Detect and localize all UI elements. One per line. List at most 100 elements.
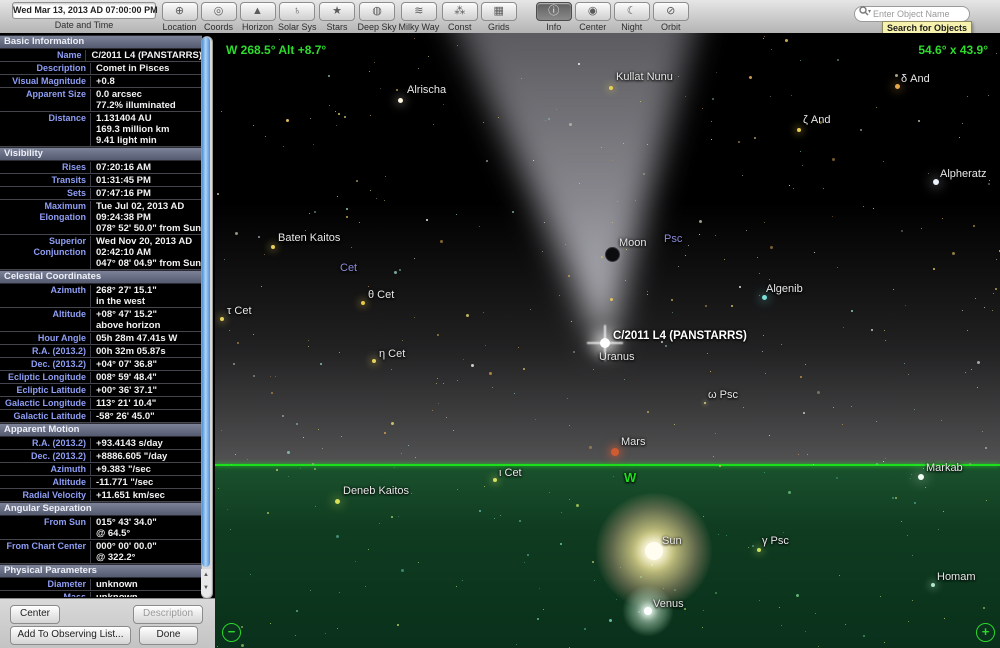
- info-row-label: Altitude: [0, 477, 90, 488]
- info-row-value-line: Comet in Pisces: [96, 63, 202, 74]
- star-baten-kaitos[interactable]: [271, 245, 275, 249]
- info-scrollbar-thumb[interactable]: [202, 37, 210, 567]
- info-row-value-line: 07:20:16 AM: [96, 162, 202, 173]
- star-tau-cet[interactable]: [220, 317, 224, 321]
- star-homam[interactable]: [931, 583, 935, 587]
- star-zeta-and[interactable]: [797, 128, 801, 132]
- toolbar-button-label: Deep Sky: [358, 22, 397, 32]
- center-button[interactable]: Center: [10, 605, 60, 624]
- info-row-label: Name: [0, 50, 85, 61]
- label-cet-const[interactable]: Cet: [340, 262, 357, 274]
- label-venus[interactable]: Venus: [653, 598, 684, 610]
- toolbar-button-stars[interactable]: ★: [319, 2, 355, 21]
- venus-disk[interactable]: [644, 607, 652, 615]
- star-omega-psc[interactable]: [704, 402, 706, 404]
- toolbar-button-night[interactable]: ☾: [614, 2, 650, 21]
- toolbar-button-label: Orbit: [661, 22, 681, 32]
- label-alrischa[interactable]: Alrischa: [407, 84, 446, 96]
- search-input[interactable]: [854, 6, 970, 22]
- date-time-field[interactable]: Wed Mar 13, 2013 AD 07:00:00 PM: [12, 2, 156, 19]
- label-baten-kaitos[interactable]: Baten Kaitos: [278, 232, 340, 244]
- label-zeta-and[interactable]: ζ And: [803, 114, 830, 126]
- coords-icon: ◎: [214, 5, 224, 17]
- info-scrollbar-arrows[interactable]: ▲▼: [201, 569, 211, 597]
- label-deneb-kaitos[interactable]: Deneb Kaitos: [343, 485, 409, 497]
- search-area: ▾ Search for Objects: [854, 4, 970, 22]
- label-w-compass[interactable]: W: [624, 470, 636, 485]
- star-algenib[interactable]: [762, 295, 767, 300]
- info-row-label: Dec. (2013.2): [0, 451, 90, 462]
- label-algenib[interactable]: Algenib: [766, 283, 803, 295]
- toolbar-button-location[interactable]: ⊕: [162, 2, 198, 21]
- label-mars[interactable]: Mars: [621, 436, 645, 448]
- moon-disk[interactable]: [605, 247, 620, 262]
- info-row-value-line: unknown: [96, 579, 202, 590]
- toolbar-button-label: Stars: [327, 22, 348, 32]
- star-markab[interactable]: [918, 474, 924, 480]
- star-gamma-psc[interactable]: [757, 548, 761, 552]
- zoom-out-button[interactable]: −: [222, 623, 241, 642]
- info-row-value: -11.771 "/sec: [90, 477, 202, 488]
- label-sun[interactable]: Sun: [662, 535, 682, 547]
- scroll-up-icon[interactable]: ▲: [201, 569, 211, 582]
- label-comet-panstarrs[interactable]: C/2011 L4 (PANSTARRS): [613, 330, 747, 342]
- label-eta-cet[interactable]: η Cet: [379, 348, 405, 360]
- label-gamma-psc[interactable]: γ Psc: [762, 535, 789, 547]
- comet-nucleus[interactable]: [600, 338, 610, 348]
- info-row-value-line: @ 322.2°: [96, 552, 202, 563]
- info-row-value-line: Wed Nov 20, 2013 AD: [96, 236, 202, 247]
- toolbar-button-coords[interactable]: ◎: [201, 2, 237, 21]
- toolbar-button-deep-sky[interactable]: ◍: [359, 2, 395, 21]
- star-deneb-kaitos[interactable]: [335, 499, 340, 504]
- zoom-in-button[interactable]: +: [976, 623, 995, 642]
- star-theta-cet[interactable]: [361, 301, 365, 305]
- label-kullat-nunu[interactable]: Kullat Nunu: [616, 71, 673, 83]
- toolbar-button-center[interactable]: ◉: [575, 2, 611, 21]
- info-row-label: R.A. (2013.2): [0, 438, 90, 449]
- toolbar-button-grids[interactable]: ▦: [481, 2, 517, 21]
- info-row-value-line: 07:47:16 PM: [96, 188, 202, 199]
- star-iota-cet[interactable]: [493, 478, 497, 482]
- toolbar-button-const[interactable]: ⁂: [442, 2, 478, 21]
- toolbar-button-milky-way[interactable]: ≋: [401, 2, 437, 21]
- info-row-value-line: 000° 00' 00.0": [96, 541, 202, 552]
- info-row-label: Diameter: [0, 579, 90, 590]
- label-omega-psc[interactable]: ω Psc: [708, 389, 738, 401]
- sky-chart[interactable]: Alrischa Kullat Nunu δ And ζ And Alpheratz Ba…: [215, 33, 1000, 648]
- star-alrischa[interactable]: [398, 98, 403, 103]
- info-row-label: Visual Magnitude: [0, 76, 90, 87]
- toolbar-button-info[interactable]: ⓘ: [536, 2, 572, 21]
- planet-mars[interactable]: [611, 448, 619, 456]
- info-row-value: 07:47:16 PM: [90, 188, 202, 199]
- info-row-value: 113° 21' 10.4": [90, 398, 202, 409]
- star-delta-and[interactable]: [895, 84, 900, 89]
- label-alpheratz[interactable]: Alpheratz: [940, 168, 986, 180]
- toolbar-button-solar-sys[interactable]: ♄: [279, 2, 315, 21]
- label-markab[interactable]: Markab: [926, 462, 963, 474]
- label-moon[interactable]: Moon: [619, 237, 647, 249]
- toolbar-button-label: Location: [162, 22, 196, 32]
- toolbar-item-orbit: ⊘Orbit: [651, 2, 690, 32]
- star-kullat-nunu[interactable]: [609, 86, 613, 90]
- add-to-observing-list-button[interactable]: Add To Observing List...: [10, 626, 131, 645]
- toolbar-button-orbit[interactable]: ⊘: [653, 2, 689, 21]
- toolbar-button-row: ⊕Location◎Coords▲Horizon♄Solar Sys★Stars…: [160, 2, 690, 32]
- done-button[interactable]: Done: [139, 626, 198, 645]
- label-psc-const[interactable]: Psc: [664, 233, 682, 245]
- star-alpheratz[interactable]: [933, 179, 939, 185]
- toolbar-item-milky-way: ≋Milky Way: [398, 2, 441, 32]
- info-scrollbar-track[interactable]: ▲▼: [201, 36, 213, 599]
- info-row-label: Hour Angle: [0, 333, 90, 344]
- star-eta-cet[interactable]: [372, 359, 376, 363]
- info-row-value-line: +0.8: [96, 76, 202, 87]
- toolbar-button-horizon[interactable]: ▲: [240, 2, 276, 21]
- label-delta-and[interactable]: δ And: [901, 73, 930, 85]
- label-theta-cet[interactable]: θ Cet: [368, 289, 394, 301]
- label-tau-cet[interactable]: τ Cet: [227, 305, 252, 317]
- sun-disk[interactable]: [645, 542, 663, 560]
- label-iota-cet[interactable]: ι Cet: [499, 467, 522, 479]
- label-uranus[interactable]: Uranus: [599, 351, 634, 363]
- scroll-down-icon[interactable]: ▼: [201, 582, 211, 595]
- description-button[interactable]: Description: [133, 605, 203, 624]
- label-homam[interactable]: Homam: [937, 571, 976, 583]
